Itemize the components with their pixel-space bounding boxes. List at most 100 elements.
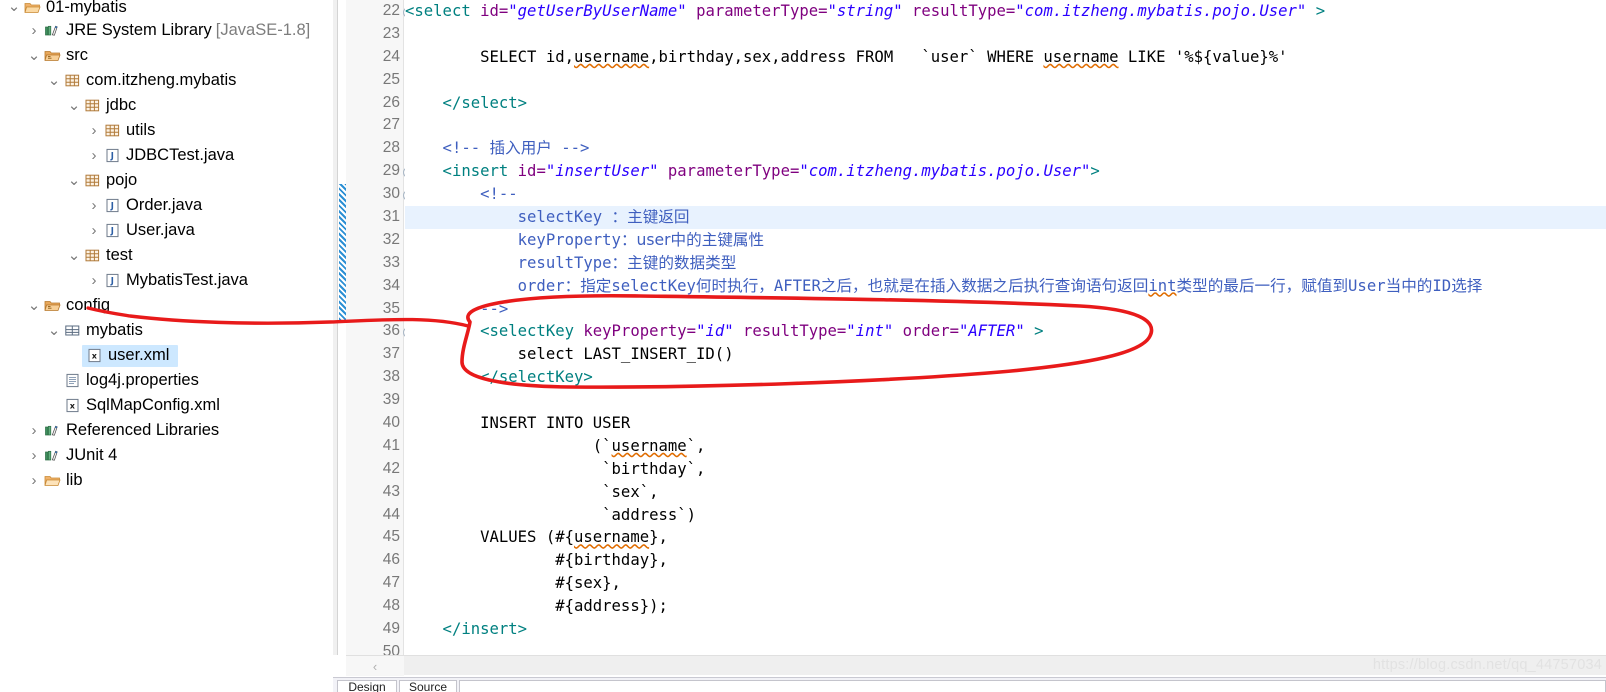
line-number-27[interactable]: 27 — [346, 114, 403, 137]
code-line-27[interactable] — [405, 114, 1606, 137]
tree-item-content[interactable]: 01-mybatis — [22, 0, 131, 17]
line-number-33[interactable]: 33 — [346, 252, 403, 275]
code-line-33[interactable]: resultType：主键的数据类型 — [405, 252, 1606, 275]
twisty-collapsed-icon[interactable]: › — [86, 148, 102, 163]
twisty-collapsed-icon[interactable]: › — [26, 23, 42, 38]
tab-source[interactable]: Source — [399, 680, 457, 692]
tree-item-content[interactable]: com.itzheng.mybatis — [62, 71, 240, 90]
tree-item-pojo[interactable]: ⌄ pojo — [0, 168, 333, 193]
twisty-expanded-icon[interactable]: ⌄ — [6, 0, 22, 14]
tree-item-utils[interactable]: › utils — [0, 118, 333, 143]
code-line-45[interactable]: VALUES (#{username}, — [405, 526, 1606, 549]
line-number-22[interactable]: 22 — [346, 0, 414, 23]
tree-item-jdbctest-java[interactable]: › J JDBCTest.java — [0, 143, 333, 168]
tree-item-test[interactable]: ⌄ test — [0, 243, 333, 268]
line-number-42[interactable]: 42 — [346, 458, 403, 481]
code-line-29[interactable]: <insert id="insertUser" parameterType="c… — [405, 160, 1606, 183]
code-text-area[interactable]: <select id="getUserByUserName" parameter… — [405, 0, 1606, 655]
scroll-left-arrow[interactable]: ‹ — [346, 656, 404, 676]
twisty-expanded-icon[interactable]: ⌄ — [46, 73, 62, 88]
tree-item-content[interactable]: x user.xml — [82, 344, 179, 367]
tree-item-config[interactable]: ⌄ config — [0, 293, 333, 318]
tree-item-sqlmapconfig-xml[interactable]: x SqlMapConfig.xml — [0, 393, 333, 418]
tree-item-content[interactable]: utils — [102, 121, 159, 140]
line-number-29[interactable]: 29 — [346, 160, 414, 183]
line-number-39[interactable]: 39 — [346, 389, 403, 412]
twisty-expanded-icon[interactable]: ⌄ — [66, 173, 82, 188]
twisty-collapsed-icon[interactable]: › — [86, 123, 102, 138]
line-number-31[interactable]: 31 — [346, 206, 403, 229]
tree-item-content[interactable]: J User.java — [102, 221, 199, 240]
tree-item-lib[interactable]: › lib — [0, 468, 333, 493]
code-line-46[interactable]: #{birthday}, — [405, 549, 1606, 572]
line-number-23[interactable]: 23 — [346, 23, 403, 46]
twisty-collapsed-icon[interactable]: › — [86, 223, 102, 238]
code-line-40[interactable]: INSERT INTO USER — [405, 412, 1606, 435]
code-line-25[interactable] — [405, 69, 1606, 92]
tree-item-user-xml[interactable]: x user.xml — [0, 343, 333, 368]
twisty-expanded-icon[interactable]: ⌄ — [66, 248, 82, 263]
line-number-48[interactable]: 48 — [346, 595, 403, 618]
tree-item-content[interactable]: jdbc — [82, 96, 140, 115]
tree-item-jre-system-library[interactable]: › JRE System Library [JavaSE-1.8] — [0, 18, 333, 43]
tree-item-order-java[interactable]: › J Order.java — [0, 193, 333, 218]
twisty-collapsed-icon[interactable]: › — [86, 198, 102, 213]
line-number-46[interactable]: 46 — [346, 549, 403, 572]
xml-editor[interactable]: 22 23 24 25 26 27 28 29 30 31 32 33 34 35 36 37 38 39 40 41… — [333, 0, 1606, 692]
twisty-collapsed-icon[interactable]: › — [26, 473, 42, 488]
project-tree[interactable]: ⌄ 01-mybatis › JRE System Library [JavaSE-1.… — [0, 0, 333, 493]
twisty-expanded-icon[interactable]: ⌄ — [66, 98, 82, 113]
tree-item-content[interactable]: config — [42, 296, 114, 315]
line-number-49[interactable]: 49 — [346, 618, 403, 641]
line-number-35[interactable]: 35 — [346, 298, 403, 321]
code-line-47[interactable]: #{sex}, — [405, 572, 1606, 595]
code-line-36[interactable]: <selectKey keyProperty="id" resultType="… — [405, 320, 1606, 343]
code-line-35[interactable]: --> — [405, 298, 1606, 321]
code-line-42[interactable]: `birthday`, — [405, 458, 1606, 481]
code-line-50[interactable] — [405, 641, 1606, 655]
code-line-22[interactable]: <select id="getUserByUserName" parameter… — [405, 0, 1606, 23]
line-number-37[interactable]: 37 — [346, 343, 403, 366]
tree-item-content[interactable]: Referenced Libraries — [42, 421, 223, 440]
code-line-49[interactable]: </insert> — [405, 618, 1606, 641]
tree-item-com-itzheng-mybatis[interactable]: ⌄ com.itzheng.mybatis — [0, 68, 333, 93]
tree-item-01-mybatis[interactable]: ⌄ 01-mybatis — [0, 0, 333, 18]
code-line-23[interactable] — [405, 23, 1606, 46]
tree-item-content[interactable]: lib — [42, 471, 87, 490]
tree-item-junit-4[interactable]: › JUnit 4 — [0, 443, 333, 468]
tree-item-content[interactable]: test — [82, 246, 137, 265]
code-line-44[interactable]: `address`) — [405, 504, 1606, 527]
code-line-41[interactable]: (`username`, — [405, 435, 1606, 458]
twisty-expanded-icon[interactable]: ⌄ — [26, 298, 42, 313]
twisty-collapsed-icon[interactable]: › — [86, 273, 102, 288]
line-number-45[interactable]: 45 — [346, 526, 403, 549]
line-number-24[interactable]: 24 — [346, 46, 403, 69]
tree-item-mybatistest-java[interactable]: › J MybatisTest.java — [0, 268, 333, 293]
tree-item-content[interactable]: log4j.properties — [62, 371, 203, 390]
tree-item-log4j-properties[interactable]: log4j.properties — [0, 368, 333, 393]
tree-item-content[interactable]: pojo — [82, 171, 141, 190]
code-line-28[interactable]: <!-- 插入用户 --> — [405, 137, 1606, 160]
line-number-47[interactable]: 47 — [346, 572, 403, 595]
tree-item-src[interactable]: ⌄ src — [0, 43, 333, 68]
tree-item-referenced-libraries[interactable]: › Referenced Libraries — [0, 418, 333, 443]
code-line-30[interactable]: <!-- — [405, 183, 1606, 206]
tab-design[interactable]: Design — [337, 680, 397, 692]
line-number-26[interactable]: 26 — [346, 92, 403, 115]
tree-item-content[interactable]: J MybatisTest.java — [102, 271, 252, 290]
line-number-38[interactable]: 38 — [346, 366, 403, 389]
line-number-36[interactable]: 36 — [346, 320, 414, 343]
code-line-39[interactable] — [405, 389, 1606, 412]
line-number-44[interactable]: 44 — [346, 504, 403, 527]
tree-item-content[interactable]: J JDBCTest.java — [102, 146, 238, 165]
code-line-48[interactable]: #{address}); — [405, 595, 1606, 618]
line-number-43[interactable]: 43 — [346, 481, 403, 504]
tree-item-content[interactable]: src — [42, 46, 92, 65]
code-line-32[interactable]: keyProperty：user中的主键属性 — [405, 229, 1606, 252]
line-number-34[interactable]: 34 — [346, 275, 403, 298]
line-number-32[interactable]: 32 — [346, 229, 403, 252]
twisty-expanded-icon[interactable]: ⌄ — [46, 323, 62, 338]
code-line-26[interactable]: </select> — [405, 92, 1606, 115]
line-number-40[interactable]: 40 — [346, 412, 403, 435]
line-number-41[interactable]: 41 — [346, 435, 403, 458]
